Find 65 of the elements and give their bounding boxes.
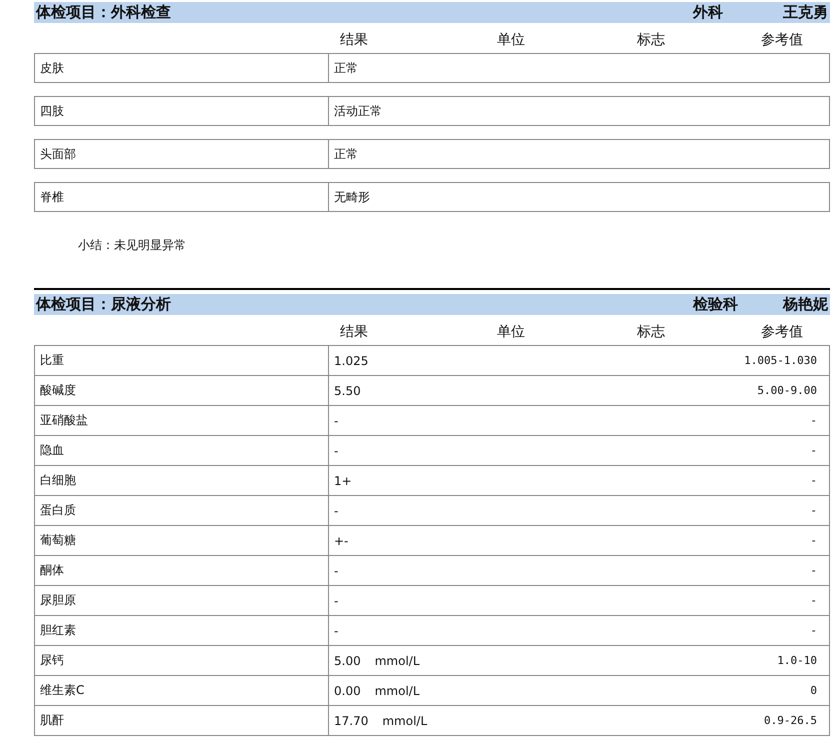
result-value: - bbox=[334, 564, 338, 578]
table-cell: 隐血 bbox=[35, 436, 329, 465]
table-cell: 四肢 bbox=[35, 97, 329, 125]
table-cell: 脊椎 bbox=[35, 183, 329, 211]
reference-range: 1.005-1.030 bbox=[744, 354, 818, 367]
result-value: 1.025 bbox=[334, 354, 368, 368]
table-cell: 尿胆原 bbox=[35, 586, 329, 615]
column-header: 结果 bbox=[340, 323, 368, 341]
reference-range: - bbox=[810, 624, 818, 637]
section-title: 体检项目：尿液分析 bbox=[34, 295, 172, 314]
result-value: 5.50 bbox=[334, 384, 361, 398]
unit-text: mmol/L bbox=[382, 714, 428, 728]
column-header: 标志 bbox=[637, 323, 665, 341]
reference-range: 0 bbox=[810, 684, 818, 697]
column-header: 参考值 bbox=[761, 323, 803, 341]
reference-range: - bbox=[810, 414, 818, 427]
result-value: 正常 bbox=[334, 146, 358, 162]
table-cell: 肌酐 bbox=[35, 706, 329, 735]
summary-text: 小结：未见明显异常 bbox=[77, 237, 187, 254]
table-cell: 尿钙 bbox=[35, 646, 329, 675]
result-value: 活动正常 bbox=[334, 102, 382, 120]
result-value: 0.00 bbox=[334, 684, 361, 698]
table-cell: 比重 bbox=[35, 346, 329, 375]
department-name: 检验科 bbox=[693, 295, 739, 314]
reference-range: - bbox=[810, 504, 818, 517]
unit-text: mmol/L bbox=[374, 654, 420, 668]
table-cell: 白细胞 bbox=[35, 466, 329, 495]
reference-range: - bbox=[810, 564, 818, 577]
table-cell: 胆红素 bbox=[35, 616, 329, 645]
table-cell: 亚硝酸盐 bbox=[35, 406, 329, 435]
result-value: 1+ bbox=[334, 474, 352, 488]
doctor-name: 王克勇 bbox=[782, 3, 829, 22]
column-header: 单位 bbox=[497, 323, 525, 341]
reference-range: 1.0-10 bbox=[777, 654, 818, 667]
result-value: - bbox=[334, 594, 338, 608]
table-cell: 头面部 bbox=[35, 140, 329, 168]
table-cell: 蛋白质 bbox=[35, 496, 329, 525]
result-value: - bbox=[334, 504, 338, 518]
table-cell: 皮肤 bbox=[35, 54, 329, 82]
column-header: 参考值 bbox=[761, 31, 803, 49]
table-cell: 葡萄糖 bbox=[35, 526, 329, 555]
result-value: +- bbox=[334, 534, 348, 548]
reference-range: - bbox=[810, 474, 818, 487]
result-value: - bbox=[334, 414, 338, 428]
reference-range: - bbox=[810, 594, 818, 607]
unit-text: mmol/L bbox=[374, 684, 420, 698]
table-cell: 酸碱度 bbox=[35, 376, 329, 405]
result-value: 17.70 bbox=[334, 714, 368, 728]
result-value: - bbox=[334, 624, 338, 638]
department-name: 外科 bbox=[693, 3, 724, 22]
section-title: 体检项目：外科检查 bbox=[34, 3, 172, 22]
table-cell: 酮体 bbox=[35, 556, 329, 585]
reference-range: 5.00-9.00 bbox=[757, 384, 818, 397]
result-value: - bbox=[334, 444, 338, 458]
reference-range: 0.9-26.5 bbox=[764, 714, 818, 727]
reference-range: - bbox=[810, 444, 818, 457]
column-header: 结果 bbox=[340, 31, 368, 49]
column-header: 标志 bbox=[637, 31, 665, 49]
reference-range: - bbox=[810, 534, 818, 547]
result-value: 无畸形 bbox=[334, 188, 370, 206]
column-header: 单位 bbox=[497, 31, 525, 49]
result-value: 5.00 bbox=[334, 654, 361, 668]
doctor-name: 杨艳妮 bbox=[782, 295, 829, 314]
result-value: 正常 bbox=[334, 60, 358, 76]
table-cell: 维生素C bbox=[35, 676, 329, 705]
